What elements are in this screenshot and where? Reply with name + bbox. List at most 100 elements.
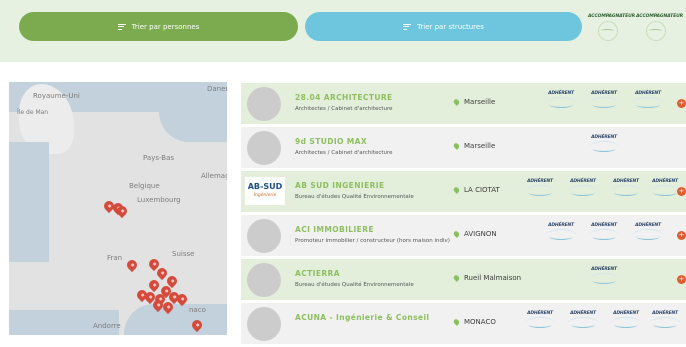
- badge-label: ADHÉRENT: [548, 91, 574, 96]
- map-label: Île de Man: [17, 109, 49, 116]
- map-label: naco: [189, 306, 206, 314]
- sort-by-structures-button[interactable]: Trier par structures: [305, 12, 582, 41]
- sort-by-structures-label: Trier par structures: [417, 22, 484, 31]
- list-item[interactable]: ACI IMMOBILIERE Promoteur immobilier / c…: [241, 215, 686, 256]
- badge-label: ADHÉRENT: [570, 311, 596, 316]
- adherent-badge: ADHÉRENT: [566, 310, 600, 338]
- logo-main-text: AB-SUD: [247, 182, 283, 191]
- adherent-badge: ADHÉRENT: [587, 266, 621, 294]
- adherent-badge: ADHÉRENT: [523, 178, 557, 206]
- badge-label: ADHÉRENT: [548, 223, 574, 228]
- list-item[interactable]: 28.04 ARCHITECTURE Architectes / Cabinet…: [241, 83, 686, 124]
- badge-label: ADHÉRENT: [591, 135, 617, 140]
- structure-category: Architectes / Cabinet d'architecture: [295, 106, 393, 112]
- map-label: Luxembourg: [137, 196, 181, 204]
- structure-category: Bureau d'études Qualité Environnementale: [295, 282, 414, 288]
- badge-label: ACCOMPAGNATEUR: [588, 14, 635, 19]
- badge-label: ADHÉRENT: [652, 179, 678, 184]
- city-label: MONACO: [464, 318, 496, 326]
- badge-label: ADHÉRENT: [527, 179, 553, 184]
- badge-logo-icon: [588, 141, 620, 155]
- list-item[interactable]: 9d STUDIO MAX Architectes / Cabinet d'ar…: [241, 127, 686, 168]
- structure-city: MONACO: [452, 318, 496, 326]
- map-label: Royaume-Uni: [33, 92, 80, 100]
- structure-city: LA CIOTAT: [452, 186, 500, 194]
- badge-logo-icon: [646, 21, 666, 41]
- location-pin-icon: [452, 230, 461, 238]
- structure-name[interactable]: ACTIERRA: [295, 269, 340, 278]
- structure-name[interactable]: ACI IMMOBILIERE: [295, 225, 374, 234]
- more-badges-button[interactable]: +: [677, 99, 686, 108]
- city-label: Marseille: [464, 98, 496, 106]
- city-label: Rueil Malmaison: [464, 274, 522, 282]
- badge-logo-icon: [567, 317, 599, 331]
- location-pin-icon: [452, 98, 461, 106]
- adherent-badge: ADHÉRENT: [544, 222, 578, 250]
- badge-label: ADHÉRENT: [591, 91, 617, 96]
- list-item[interactable]: ACUNA - Ingénierie & Conseil MONACO ADHÉ…: [241, 303, 686, 344]
- map-label: Andorre: [93, 322, 121, 330]
- badge-label: ADHÉRENT: [527, 311, 553, 316]
- structure-name[interactable]: AB SUD INGENIERIE: [295, 181, 385, 190]
- map-label: Pays-Bas: [143, 154, 175, 162]
- avatar: [247, 307, 281, 341]
- badge-logo-icon: [649, 317, 681, 331]
- city-label: Marseille: [464, 142, 496, 150]
- badge-label: ADHÉRENT: [591, 267, 617, 272]
- structure-city: Rueil Malmaison: [452, 274, 522, 282]
- map-label: Belgique: [129, 182, 160, 190]
- structures-map[interactable]: Royaume-Uni Île de Man Danemar Pays-Bas …: [9, 82, 227, 335]
- adherent-badge: ADHÉRENT: [566, 178, 600, 206]
- badge-label: ADHÉRENT: [613, 311, 639, 316]
- badge-label: ACCOMPAGNATEUR: [636, 14, 683, 19]
- badge-label: ADHÉRENT: [652, 311, 678, 316]
- badge-label: ADHÉRENT: [591, 223, 617, 228]
- map-sea: [124, 304, 227, 335]
- badge-logo-icon: [545, 229, 577, 243]
- map-label: Suisse: [172, 250, 195, 258]
- more-badges-button[interactable]: +: [677, 187, 686, 196]
- location-pin-icon: [452, 318, 461, 326]
- avatar: [247, 263, 281, 297]
- accompagnateur-badge[interactable]: ACCOMPAGNATEUR: [588, 14, 635, 50]
- map-pin-icon[interactable]: [124, 257, 140, 273]
- more-badges-button[interactable]: +: [677, 231, 686, 240]
- badge-logo-icon: [610, 317, 642, 331]
- adherent-badge: ADHÉRENT: [587, 90, 621, 118]
- adherent-badge: ADHÉRENT: [609, 310, 643, 338]
- accompagnateur-badge[interactable]: ACCOMPAGNATEUR: [636, 14, 683, 50]
- map-pin-icon[interactable]: [146, 277, 162, 293]
- list-item[interactable]: ACTIERRA Bureau d'études Qualité Environ…: [241, 259, 686, 300]
- list-item[interactable]: AB-SUD Ingénierie AB SUD INGENIERIE Bure…: [241, 171, 686, 212]
- structure-city: Marseille: [452, 142, 496, 150]
- structures-list: 28.04 ARCHITECTURE Architectes / Cabinet…: [241, 83, 686, 347]
- badge-logo-icon: [632, 229, 664, 243]
- badge-logo-icon: [588, 229, 620, 243]
- adherent-badge: ADHÉRENT: [544, 90, 578, 118]
- badge-logo-icon: [610, 185, 642, 199]
- sort-by-people-label: Trier par personnes: [131, 22, 200, 31]
- badge-label: ADHÉRENT: [613, 179, 639, 184]
- badge-logo-icon: [524, 185, 556, 199]
- structure-category: Architectes / Cabinet d'architecture: [295, 150, 393, 156]
- structure-city: Marseille: [452, 98, 496, 106]
- adherent-badge: ADHÉRENT: [631, 90, 665, 118]
- sort-by-people-button[interactable]: Trier par personnes: [19, 12, 298, 41]
- badge-logo-icon: [588, 273, 620, 287]
- sort-icon: [403, 23, 412, 30]
- adherent-badge: ADHÉRENT: [523, 310, 557, 338]
- structure-category: Bureau d'études Qualité Environnementale: [295, 194, 414, 200]
- badge-logo-icon: [524, 317, 556, 331]
- structure-city: AVIGNON: [452, 230, 497, 238]
- structure-name[interactable]: 9d STUDIO MAX: [295, 137, 367, 146]
- sort-icon: [117, 23, 126, 30]
- avatar: [247, 219, 281, 253]
- city-label: AVIGNON: [464, 230, 497, 238]
- structure-name[interactable]: ACUNA - Ingénierie & Conseil: [295, 313, 429, 322]
- badge-logo-icon: [567, 185, 599, 199]
- more-badges-button[interactable]: +: [677, 275, 686, 284]
- structure-name[interactable]: 28.04 ARCHITECTURE: [295, 93, 393, 102]
- badge-logo-icon: [632, 97, 664, 111]
- map-sea: [9, 142, 49, 262]
- logo-sub-text: Ingénierie: [253, 193, 277, 198]
